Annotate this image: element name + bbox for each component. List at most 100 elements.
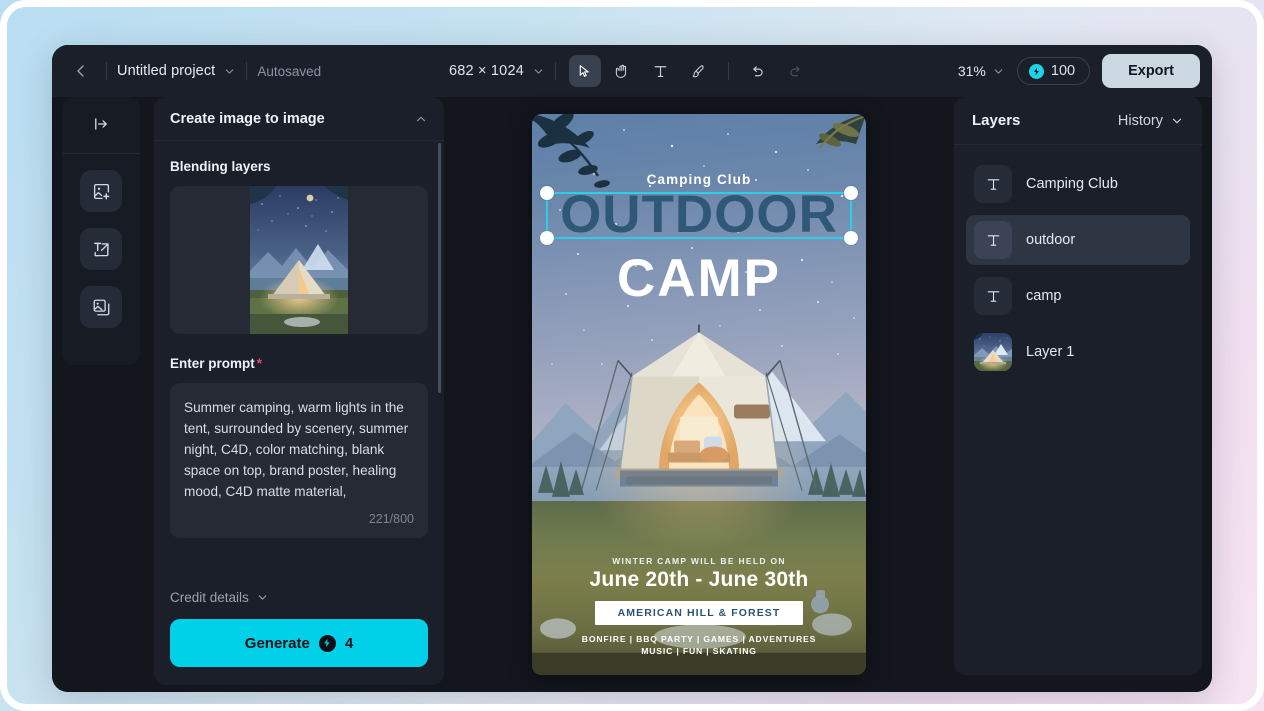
- prompt-text-value: Summer camping, warm lights in the tent,…: [184, 400, 412, 499]
- redo-button[interactable]: [780, 55, 812, 87]
- chevron-left-icon: [77, 65, 84, 77]
- layer-row-camping-club[interactable]: Camping Club: [966, 159, 1190, 209]
- cursor-arrow-icon: [580, 64, 590, 77]
- canvas-area[interactable]: Camping Club OUTDOOR CAMP WINTER CAMP WI…: [444, 97, 954, 692]
- generate-button[interactable]: Generate 4: [170, 619, 428, 667]
- thumbnail-image: [250, 186, 348, 334]
- text-layer-icon: [974, 277, 1012, 315]
- text-t-glyph-icon: [987, 234, 999, 246]
- toolbar-right-group: 31% 100 Export: [958, 54, 1200, 88]
- poster-kicker: WINTER CAMP WILL BE HELD ON: [612, 556, 786, 566]
- poster-activities-line-2: MUSIC | FUN | SKATING: [641, 646, 757, 656]
- layer-row-outdoor[interactable]: outdoor: [966, 215, 1190, 265]
- layer-row-camp[interactable]: camp: [966, 271, 1190, 321]
- panel-expand-icon: [95, 118, 107, 130]
- zoom-dropdown-button[interactable]: [992, 65, 1005, 78]
- poster-venue: AMERICAN HILL & FOREST: [595, 601, 803, 625]
- brush-tool[interactable]: [683, 55, 715, 87]
- credit-details-toggle[interactable]: Credit details: [170, 590, 428, 605]
- text-t-glyph-icon: [987, 290, 999, 302]
- chevron-down-icon: [994, 68, 1003, 74]
- image-plus-icon: [93, 183, 109, 199]
- canvas-size-value[interactable]: 682 × 1024: [449, 63, 524, 79]
- panel-expand-button[interactable]: [84, 109, 118, 139]
- zoom-level[interactable]: 31%: [958, 63, 986, 79]
- panel-title: Create image to image: [170, 110, 325, 127]
- undo-arrow-icon: [753, 65, 764, 76]
- text-t-glyph-icon: [987, 178, 999, 190]
- panel-content: Blending layers Enter prompt * Summer ca…: [154, 141, 444, 590]
- poster-artboard[interactable]: Camping Club OUTDOOR CAMP WINTER CAMP WI…: [532, 114, 866, 675]
- blending-layers-label: Blending layers: [170, 159, 271, 174]
- text-layer-icon: [974, 221, 1012, 259]
- image-layer-thumbnail: [974, 333, 1012, 371]
- poster-headline-bottom[interactable]: CAMP: [532, 252, 866, 305]
- chevron-down-icon: [1172, 118, 1182, 123]
- layers-panel: Layers History Camping Club outdoor camp…: [954, 97, 1202, 675]
- create-image-panel: Create image to image Blending layers En…: [154, 97, 444, 685]
- project-name[interactable]: Untitled project: [117, 63, 215, 79]
- bolt-glyph-icon: [1033, 67, 1039, 75]
- bolt-glyph-icon: [324, 638, 330, 648]
- top-toolbar: Untitled project Autosaved 682 × 1024 31…: [52, 45, 1212, 97]
- blending-layer-thumbnail[interactable]: [170, 186, 428, 334]
- layers-title: Layers: [972, 112, 1021, 129]
- toolbar-left-group: Untitled project Autosaved: [66, 56, 321, 86]
- prompt-label: Enter prompt *: [170, 356, 428, 371]
- canvas-size-dropdown-button[interactable]: [532, 65, 545, 78]
- redo-arrow-icon: [790, 65, 801, 76]
- add-image-tool[interactable]: [80, 170, 122, 212]
- generate-cost: 4: [344, 634, 354, 652]
- panel-header: Create image to image: [154, 97, 444, 141]
- panel-footer: Credit details Generate 4: [154, 590, 444, 685]
- project-dropdown-button[interactable]: [223, 65, 236, 78]
- layer-row-layer-1[interactable]: Layer 1: [966, 327, 1190, 377]
- divider: [246, 62, 248, 80]
- poster-activities-line-1: BONFIRE | BBQ PARTY | GAMES | ADVENTURES: [581, 634, 817, 644]
- text-to-image-icon: [93, 242, 109, 256]
- panel-collapse-button[interactable]: [414, 112, 428, 126]
- text-to-image-tool[interactable]: [80, 228, 122, 270]
- layer-name: camp: [1026, 288, 1062, 304]
- back-button[interactable]: [66, 56, 96, 86]
- image-stack-tool[interactable]: [80, 286, 122, 328]
- credit-details-label: Credit details: [170, 590, 249, 605]
- history-label: History: [1117, 112, 1163, 129]
- panel-scrollbar[interactable]: [438, 143, 441, 393]
- export-button[interactable]: Export: [1102, 54, 1200, 88]
- poster-activities: BONFIRE | BBQ PARTY | GAMES | ADVENTURES…: [532, 633, 866, 657]
- hand-icon: [616, 64, 627, 78]
- undo-button[interactable]: [742, 55, 774, 87]
- camping-scene-thumbnail-icon: [250, 186, 348, 334]
- prompt-input[interactable]: Summer camping, warm lights in the tent,…: [170, 383, 428, 538]
- select-tool[interactable]: [568, 55, 601, 87]
- divider: [554, 62, 556, 80]
- image-stack-icon: [93, 299, 109, 315]
- hand-tool[interactable]: [607, 55, 639, 87]
- chevron-down-icon: [258, 595, 267, 600]
- poster-headline-top[interactable]: OUTDOOR: [532, 188, 866, 241]
- divider: [727, 62, 729, 80]
- tab-history[interactable]: History: [1118, 113, 1184, 129]
- prompt-label-text: Enter prompt: [170, 356, 255, 371]
- tent-illustration: [581, 324, 817, 491]
- rail-top-section: [62, 109, 140, 154]
- layers-header: Layers History: [954, 97, 1202, 145]
- credits-badge[interactable]: 100: [1016, 57, 1091, 85]
- chevron-up-icon: [416, 116, 426, 121]
- text-t-icon: [655, 65, 667, 77]
- prompt-character-counter: 221/800: [368, 512, 414, 526]
- app-body: Create image to image Blending layers En…: [52, 97, 1212, 692]
- mini-thumbnail-image: [974, 333, 1012, 371]
- layer-name: Layer 1: [1026, 344, 1075, 360]
- credits-value: 100: [1050, 63, 1076, 79]
- layer-name: Camping Club: [1026, 176, 1118, 192]
- text-tool[interactable]: [645, 55, 677, 87]
- autosave-status: Autosaved: [257, 63, 322, 79]
- brush-icon: [693, 64, 705, 77]
- tool-rail: [62, 97, 140, 365]
- required-asterisk: *: [256, 356, 263, 371]
- chevron-down-icon: [226, 68, 234, 74]
- layers-list: Camping Club outdoor camp Layer 1: [954, 145, 1202, 377]
- generate-label: Generate: [244, 634, 310, 652]
